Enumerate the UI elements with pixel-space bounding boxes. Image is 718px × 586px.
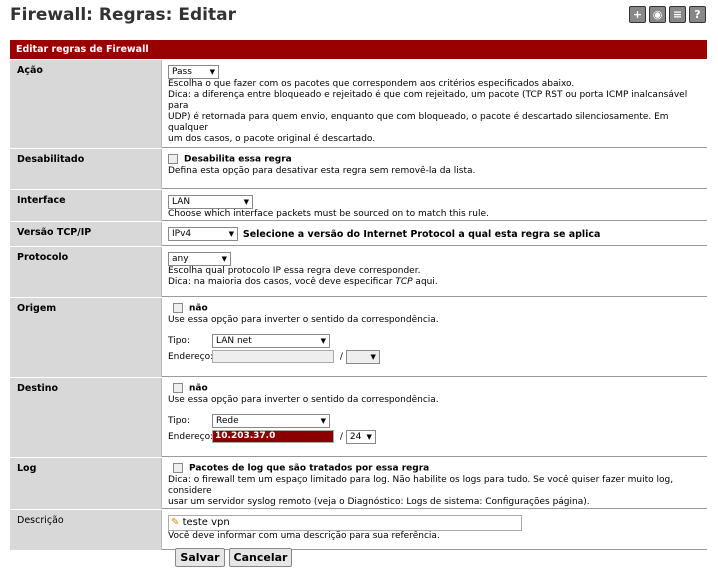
origem-slash: / <box>339 352 343 362</box>
desabilitado-checkbox-label: Desabilita essa regra <box>184 154 292 165</box>
row-log: Log Pacotes de log que são tratados por … <box>10 458 707 510</box>
acao-tip-2: UDP) é retornada para quem envio, enquan… <box>168 112 669 133</box>
origem-help: Use essa opção para inverter o sentido d… <box>168 314 439 325</box>
acao-tip-3: um dos casos, o pacote original é descar… <box>168 134 376 144</box>
acao-help: Escolha o que fazer com os pacotes que c… <box>168 79 575 89</box>
row-destino: Destino não Use essa opção para inverter… <box>10 378 707 458</box>
versao-label: Versão TCP/IP <box>10 222 162 246</box>
destino-invert-checkbox[interactable] <box>173 383 183 393</box>
descricao-label: Descrição <box>10 510 162 550</box>
destino-slash: / <box>339 432 343 442</box>
row-protocolo: Protocolo any ▼ Escolha qual protocolo I… <box>10 247 707 298</box>
origem-endereco-input[interactable] <box>212 350 334 363</box>
interface-select-value: LAN <box>172 197 191 207</box>
destino-mask-value: 24 <box>349 431 362 442</box>
acao-select[interactable]: Pass ▼ <box>168 65 219 79</box>
chevron-down-icon: ▼ <box>366 432 372 441</box>
versao-select[interactable]: IPv4 ▼ <box>168 227 238 241</box>
log-help-1: Dica: o firewall tem um espaço limitado … <box>168 474 674 496</box>
log-help-2: usar um servidor syslog remoto (veja o D… <box>168 496 590 507</box>
cancel-button[interactable]: Cancelar <box>229 548 292 567</box>
status-icon[interactable]: ◉ <box>649 6 666 23</box>
list-icon[interactable]: ≡ <box>669 6 686 23</box>
acao-select-value: Pass <box>172 67 192 77</box>
row-versao: Versão TCP/IP IPv4 ▼ Selecione a versão … <box>10 222 707 247</box>
destino-label: Destino <box>10 378 162 457</box>
destino-endereco-input[interactable]: 10.203.37.0 <box>212 430 334 443</box>
destino-tipo-value: Rede <box>216 415 239 426</box>
row-descricao: Descrição ✎ teste vpn Você deve informar… <box>10 510 707 551</box>
desabilitado-help: Defina esta opção para desativar esta re… <box>168 165 476 176</box>
protocolo-tip-post: aqui. <box>412 277 438 287</box>
origem-tipo-select[interactable]: LAN net ▼ <box>212 333 330 348</box>
destino-endereco-value: 10.203.37.0 <box>215 431 276 441</box>
descricao-value: teste vpn <box>182 517 230 528</box>
origem-invert-label: não <box>189 303 208 314</box>
log-checkbox-label: Pacotes de log que são tratados por essa… <box>189 463 430 474</box>
acao-label: Ação <box>10 60 162 148</box>
section-title: Editar regras de Firewall <box>10 40 707 60</box>
interface-label: Interface <box>10 190 162 221</box>
save-button[interactable]: Salvar <box>175 548 225 567</box>
origem-label: Origem <box>10 298 162 377</box>
versao-help: Selecione a versão do Internet Protocol … <box>242 228 601 240</box>
log-checkbox[interactable] <box>173 463 183 473</box>
descricao-help: Você deve informar com uma descrição par… <box>168 531 440 541</box>
protocolo-select[interactable]: any ▼ <box>168 252 231 266</box>
interface-help: Choose which interface packets must be s… <box>168 209 489 219</box>
protocolo-help: Escolha qual protocolo IP essa regra dev… <box>168 266 421 276</box>
row-origem: Origem não Use essa opção para inverter … <box>10 298 707 378</box>
desabilitado-checkbox[interactable] <box>168 154 178 164</box>
chevron-down-icon: ▼ <box>370 352 376 361</box>
chevron-down-icon: ▼ <box>243 198 249 206</box>
row-acao: Ação Pass ▼ Escolha o que fazer com os p… <box>10 60 707 149</box>
desabilitado-label: Desabilitado <box>10 149 162 189</box>
origem-tipo-value: LAN net <box>216 335 252 346</box>
origem-endereco-label: Endereço: <box>168 352 214 362</box>
page-title: Firewall: Regras: Editar <box>10 5 236 25</box>
destino-help: Use essa opção para inverter o sentido d… <box>168 394 439 405</box>
origem-mask-select[interactable]: ▼ <box>345 349 380 364</box>
protocolo-tip-em: TCP <box>395 277 413 287</box>
chevron-down-icon: ▼ <box>221 255 227 263</box>
row-desabilitado: Desabilitado Desabilita essa regra Defin… <box>10 149 707 190</box>
versao-select-value: IPv4 <box>172 229 192 239</box>
descricao-input[interactable]: ✎ teste vpn <box>168 515 522 531</box>
chevron-down-icon: ▼ <box>320 416 326 425</box>
destino-tipo-select[interactable]: Rede ▼ <box>212 413 330 428</box>
origem-invert-checkbox[interactable] <box>173 303 183 313</box>
destino-mask-select[interactable]: 24 ▼ <box>345 429 376 444</box>
acao-tip-1: Dica: a diferença entre bloqueado e reje… <box>168 90 688 111</box>
chevron-down-icon: ▼ <box>209 68 215 76</box>
help-icon[interactable]: ? <box>689 6 706 23</box>
protocolo-tip-pre: Dica: na maioria dos casos, você deve es… <box>168 277 396 287</box>
chevron-down-icon: ▼ <box>320 336 326 345</box>
origem-tipo-label: Tipo: <box>168 336 190 346</box>
rule-edit-form: Editar regras de Firewall Ação Pass ▼ Es… <box>10 40 707 551</box>
chevron-down-icon: ▼ <box>228 230 234 238</box>
destino-tipo-label: Tipo: <box>168 416 190 426</box>
add-icon[interactable]: + <box>629 6 646 23</box>
protocolo-select-value: any <box>172 254 189 264</box>
row-interface: Interface LAN ▼ Choose which interface p… <box>10 190 707 222</box>
log-label: Log <box>10 458 162 509</box>
destino-endereco-label: Endereço: <box>168 432 214 442</box>
top-toolbar: + ◉ ≡ ? <box>629 6 706 23</box>
interface-select[interactable]: LAN ▼ <box>168 195 253 209</box>
destino-invert-label: não <box>189 383 208 394</box>
pencil-icon: ✎ <box>171 517 180 528</box>
protocolo-label: Protocolo <box>10 247 162 297</box>
